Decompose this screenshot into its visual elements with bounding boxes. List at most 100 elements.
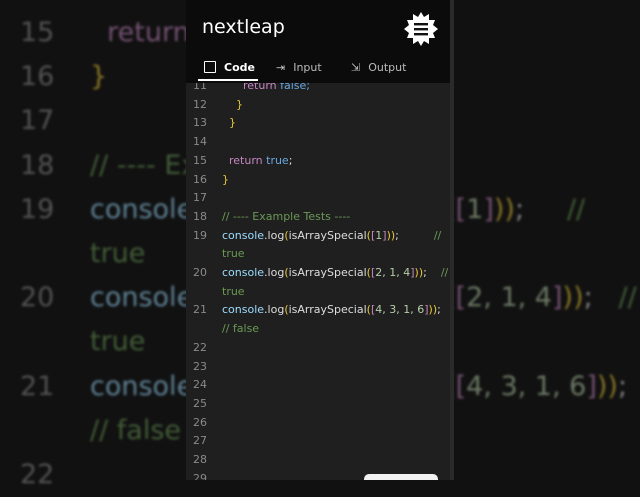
code-token: true	[222, 284, 245, 298]
code-token: // false	[222, 322, 260, 336]
line-code: true	[90, 232, 145, 276]
code-token: //	[426, 266, 449, 279]
code-token: 4, 3, 1, 6	[466, 370, 587, 402]
code-line: 17	[186, 189, 454, 208]
line-number: 25	[193, 396, 207, 410]
code-token: //	[524, 193, 586, 225]
code-token: 2, 1, 4	[375, 266, 411, 279]
code-token: 1	[466, 193, 484, 225]
scrollbar[interactable]	[450, 0, 454, 480]
line-number: 17	[20, 105, 55, 137]
line-code: }	[90, 55, 107, 99]
code-token: ))	[386, 228, 396, 242]
code-token: true	[266, 153, 289, 167]
tab-label: Output	[368, 60, 407, 74]
code-token: return	[90, 17, 190, 48]
code-token: ;	[617, 370, 628, 402]
code-token: [	[455, 282, 467, 314]
code-line: 24	[186, 376, 454, 395]
code-token: console	[90, 370, 194, 402]
line-number: 16	[193, 172, 207, 186]
line-code: return	[90, 11, 190, 55]
code-token: ))	[414, 266, 424, 279]
output-icon: ⇲	[351, 60, 361, 74]
code-token: }	[90, 61, 108, 93]
code-token: console	[222, 303, 265, 317]
code-token: ))	[596, 370, 618, 402]
code-token: ]	[552, 282, 563, 314]
code-token: isArraySpecial	[288, 303, 367, 317]
file-icon	[204, 61, 216, 73]
code-line: true	[186, 283, 454, 302]
code-token: ;	[437, 303, 441, 317]
line-number: 26	[193, 415, 207, 429]
code-token: ;	[288, 153, 293, 167]
code-line: 13 }	[186, 114, 454, 133]
code-token: console	[90, 282, 194, 314]
line-number: 15	[193, 153, 207, 167]
tab-label: Input	[293, 60, 322, 74]
code-token: true	[90, 238, 146, 269]
code-token: ]	[586, 370, 597, 402]
line-number: 24	[193, 378, 207, 392]
code-line: 19 console.log(isArraySpecial([1])); //	[186, 227, 454, 246]
code-line: 20 console.log(isArraySpecial([2, 1, 4]))…	[186, 264, 454, 283]
code-line: 14	[186, 133, 454, 152]
code-token: .log	[264, 228, 285, 242]
code-token: }	[222, 97, 243, 111]
code-token: // ---- Example Tests ----	[222, 209, 351, 223]
line-code: console.log(isArraySpecial([4, 3, 1, 6])…	[222, 301, 441, 320]
code-token: ))	[562, 282, 584, 314]
line-number: 20	[193, 266, 207, 279]
code-line: 25	[186, 395, 454, 414]
code-token: }	[222, 172, 229, 186]
code-line: 21 console.log(isArraySpecial([4, 3, 1, 6…	[186, 301, 454, 320]
line-number: 22	[193, 340, 207, 354]
code-token: ;	[514, 193, 525, 225]
video-panel: 11 return false; 12 } 13 } 14 15 return true…	[186, 0, 454, 480]
line-number: 13	[193, 116, 207, 130]
tab-code[interactable]: Code	[204, 56, 264, 78]
code-token: console	[90, 193, 194, 225]
line-number: 14	[193, 135, 207, 149]
line-code: return true;	[222, 152, 292, 171]
code-token: .log	[264, 266, 285, 279]
line-code: }	[222, 171, 229, 190]
line-code: }	[222, 96, 243, 115]
code-line: 15 return true;	[186, 152, 454, 171]
line-code: console.log(isArraySpecial([1])); //	[222, 227, 441, 246]
code-line: 27	[186, 432, 454, 451]
code-line: 18 // ---- Example Tests ----	[186, 208, 454, 227]
code-line: true	[186, 245, 454, 264]
line-code: // ---- Example Tests ----	[222, 208, 350, 227]
code-token: true	[90, 326, 146, 358]
code-token: //	[592, 282, 637, 314]
line-number: 16	[20, 61, 55, 93]
line-code: // false	[90, 409, 181, 453]
bottom-button[interactable]	[364, 474, 438, 480]
line-number: 19	[193, 228, 207, 242]
code-token: ))	[493, 193, 515, 225]
header: nextleap Code ⇥ Input ⇲ Output	[186, 0, 454, 83]
line-number: 28	[193, 453, 207, 466]
code-token: ;	[583, 282, 593, 314]
line-number: 22	[20, 459, 55, 490]
menu-badge-icon[interactable]	[404, 12, 438, 46]
code-line: // false	[186, 320, 454, 339]
code-token: console	[222, 266, 265, 279]
line-code: // false	[222, 320, 259, 339]
code-token: [	[455, 193, 467, 225]
line-number: 15	[20, 17, 55, 48]
line-code: console.log(isArraySpecial([2, 1, 4])); …	[222, 264, 448, 283]
code-token: //	[398, 228, 442, 242]
line-number: 23	[193, 359, 207, 373]
line-number: 29	[193, 471, 207, 480]
code-token: console	[222, 228, 265, 242]
tab-input[interactable]: ⇥ Input	[276, 56, 322, 78]
code-line: 23	[186, 358, 454, 377]
tab-output[interactable]: ⇲ Output	[351, 56, 406, 78]
code-token: 4, 3, 1, 6	[375, 303, 425, 317]
line-number: 18	[193, 209, 207, 223]
code-token: isArraySpecial	[288, 228, 367, 242]
code-token: ]	[483, 193, 494, 225]
